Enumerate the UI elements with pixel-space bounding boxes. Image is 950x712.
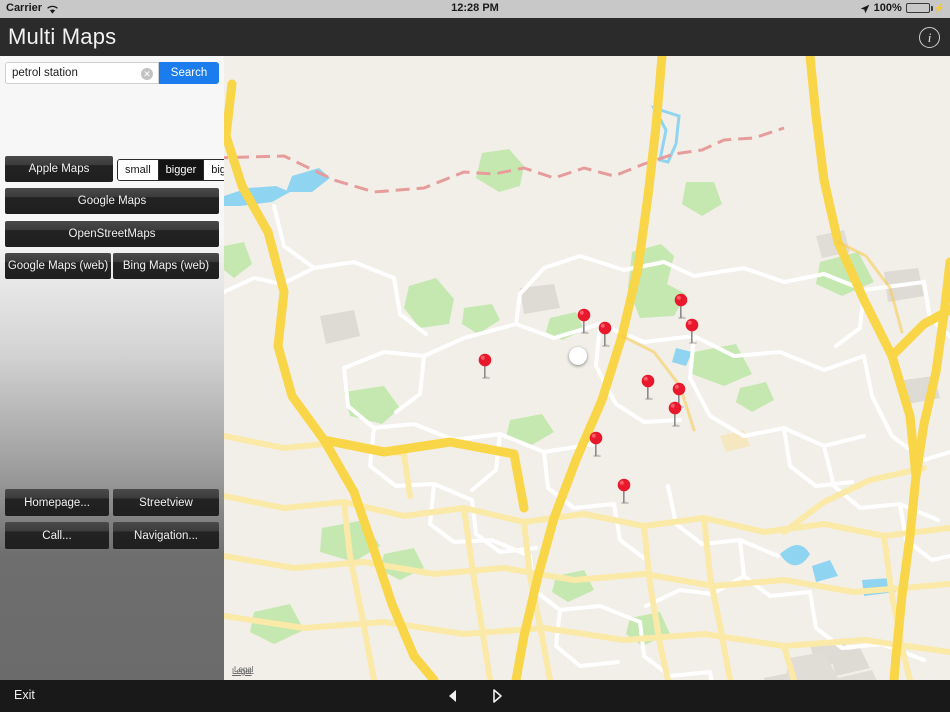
search-field[interactable]: ✕	[5, 62, 159, 84]
status-bar-time: 12:28 PM	[451, 2, 499, 14]
map-pin[interactable]	[673, 293, 689, 319]
search-input[interactable]	[12, 67, 140, 79]
nav-arrows	[445, 688, 505, 704]
battery-percent-label: 100%	[873, 2, 902, 14]
google-maps-web-button[interactable]: Google Maps (web)	[5, 253, 111, 279]
bottom-toolbar: Exit	[0, 680, 950, 712]
map-legal-link[interactable]: Legal	[232, 667, 252, 676]
homepage-button[interactable]: Homepage...	[5, 489, 109, 516]
status-bar: Carrier 12:28 PM 100% ⚡	[0, 0, 950, 18]
bing-maps-web-button[interactable]: Bing Maps (web)	[113, 253, 219, 279]
page-title: Multi Maps	[8, 24, 117, 49]
call-button[interactable]: Call...	[5, 522, 109, 549]
location-arrow-icon	[860, 4, 870, 14]
apple-maps-button[interactable]: Apple Maps	[5, 156, 113, 182]
map-size-segmented-control[interactable]: small bigger big	[117, 159, 234, 181]
segment-bigger[interactable]: bigger	[158, 160, 205, 180]
nav-bar: Multi Maps i	[0, 18, 950, 56]
map-pin[interactable]	[588, 431, 604, 457]
triangle-right-icon[interactable]	[489, 688, 505, 704]
search-row: ✕ Search	[5, 62, 219, 84]
map-pin[interactable]	[597, 321, 613, 347]
map-view[interactable]: Legal Legal	[224, 56, 950, 680]
battery-icon: ⚡	[905, 2, 945, 14]
triangle-left-icon[interactable]	[445, 688, 461, 704]
map-pin[interactable]	[477, 353, 493, 379]
google-maps-button[interactable]: Google Maps	[5, 188, 219, 214]
navigation-button[interactable]: Navigation...	[113, 522, 219, 549]
map-pin[interactable]	[576, 308, 592, 334]
segment-small[interactable]: small	[118, 160, 159, 180]
map-pin[interactable]	[667, 401, 683, 427]
exit-button[interactable]: Exit	[14, 688, 35, 702]
map-pin[interactable]	[616, 478, 632, 504]
search-button[interactable]: Search	[159, 62, 219, 84]
clear-icon[interactable]: ✕	[141, 68, 153, 80]
sidebar: ✕ Search Apple Maps Google Maps OpenStre…	[0, 56, 234, 680]
streetview-button[interactable]: Streetview	[113, 489, 219, 516]
openstreetmaps-button[interactable]: OpenStreetMaps	[5, 221, 219, 247]
status-bar-right: 100% ⚡	[860, 2, 945, 14]
info-circle-icon[interactable]: i	[919, 27, 940, 48]
map-tiles: Legal	[224, 56, 950, 680]
user-location-dot	[569, 347, 587, 365]
map-pin[interactable]	[684, 318, 700, 344]
app-window: Carrier 12:28 PM 100% ⚡ Multi Maps i pet…	[0, 0, 950, 712]
map-pin[interactable]	[640, 374, 656, 400]
charging-bolt-icon: ⚡	[933, 2, 945, 13]
